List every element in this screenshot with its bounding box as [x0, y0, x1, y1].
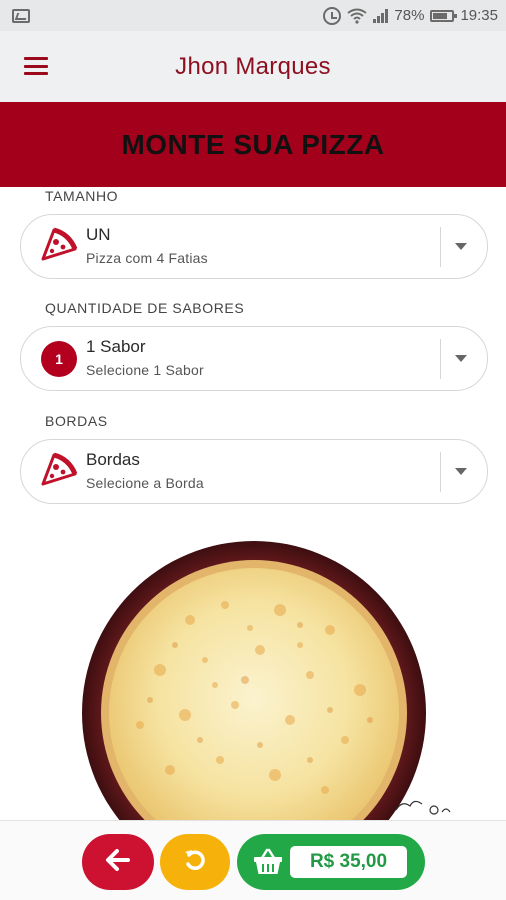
flavors-subtitle: Selecione 1 Sabor: [86, 362, 204, 378]
size-subtitle: Pizza com 4 Fatias: [86, 250, 208, 266]
wifi-icon: [347, 8, 368, 24]
size-select[interactable]: UN Pizza com 4 Fatias: [20, 214, 488, 279]
app-bar-title: Jhon Marques: [175, 52, 331, 80]
crust-subtitle: Selecione a Borda: [86, 475, 204, 491]
status-bar: 78% 19:35: [0, 0, 506, 31]
undo-icon: [183, 848, 207, 877]
menu-icon[interactable]: [24, 57, 48, 75]
divider: [439, 339, 441, 379]
chevron-down-icon[interactable]: [455, 355, 467, 362]
signal-icon: [373, 8, 389, 23]
pizza-slice-icon: [39, 225, 79, 265]
app-bar: Jhon Marques: [0, 31, 506, 102]
flavor-count-badge: 1: [41, 341, 77, 377]
chevron-down-icon[interactable]: [455, 243, 467, 250]
clock: 19:35: [460, 7, 498, 24]
page-banner: MONTE SUA PIZZA: [0, 102, 506, 187]
page-title: MONTE SUA PIZZA: [121, 128, 385, 160]
gallery-notification-icon: [12, 8, 30, 23]
crust-select[interactable]: Bordas Selecione a Borda: [20, 439, 488, 504]
back-button[interactable]: [82, 834, 154, 890]
chevron-down-icon[interactable]: [455, 468, 467, 475]
divider: [439, 452, 441, 492]
cart-button[interactable]: R$ 35,00: [237, 834, 425, 890]
flavors-select[interactable]: 1 1 Sabor Selecione 1 Sabor: [20, 326, 488, 391]
pizza-slice-icon: [39, 450, 79, 490]
section-label-sabores: QUANTIDADE DE SABORES: [45, 300, 245, 316]
section-label-tamanho: TAMANHO: [45, 188, 119, 204]
flavors-value: 1 Sabor: [86, 337, 146, 356]
reset-button[interactable]: [160, 834, 230, 890]
total-price: R$ 35,00: [290, 846, 407, 878]
crust-value: Bordas: [86, 450, 140, 469]
battery-percent: 78%: [394, 7, 425, 24]
arrow-left-icon: [105, 848, 131, 876]
basket-icon: [253, 848, 283, 881]
battery-icon: [430, 9, 458, 22]
alarm-icon: [323, 6, 342, 25]
bottom-action-bar: R$ 35,00: [0, 820, 506, 900]
divider: [439, 227, 441, 267]
section-label-bordas: BORDAS: [45, 413, 108, 429]
pizza-preview-image: [0, 510, 506, 820]
size-value: UN: [86, 225, 111, 244]
